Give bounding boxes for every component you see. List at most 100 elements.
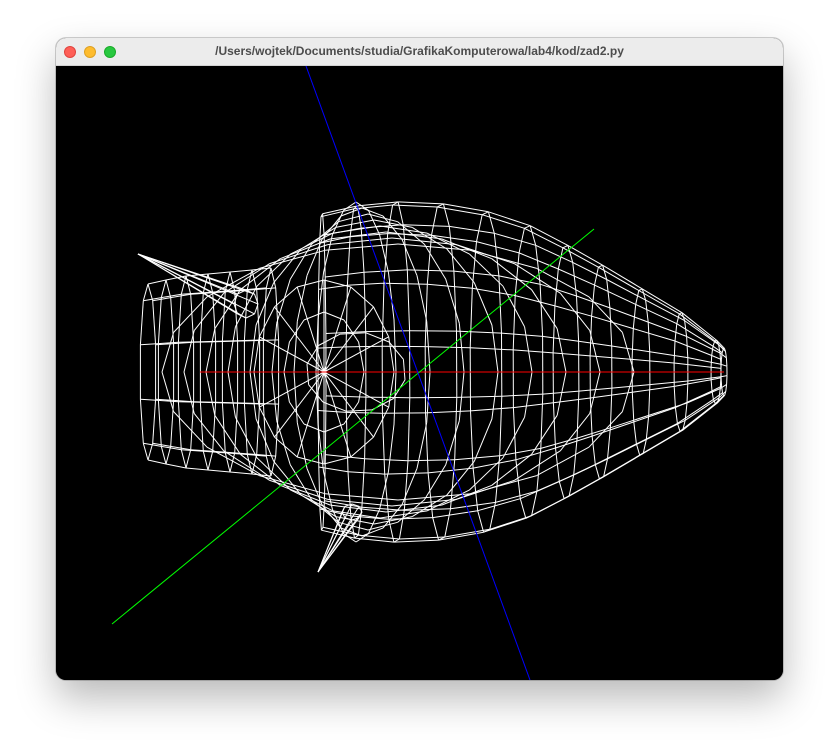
front-disc [274, 286, 298, 308]
head-ring [165, 446, 172, 465]
body-ring [512, 295, 516, 350]
body-meridian [276, 278, 291, 324]
body-edge [602, 264, 643, 290]
body-edge [607, 439, 647, 460]
body-meridian [271, 323, 278, 373]
body-meridian [423, 243, 447, 280]
body-edge [470, 407, 514, 412]
body-edge [720, 375, 728, 378]
body-edge [638, 290, 680, 315]
body-ring [710, 379, 713, 392]
body-meridian [290, 489, 334, 512]
front-disc-inner [283, 341, 290, 373]
body-edge [529, 225, 569, 246]
body-ring [631, 392, 635, 422]
body-ring [645, 300, 649, 323]
head-ring [256, 403, 261, 455]
body-ring [686, 336, 689, 358]
body-edge [363, 269, 408, 273]
body-ring [676, 423, 681, 432]
head-ring [243, 403, 248, 455]
body-ring [381, 283, 385, 347]
body-meridian [240, 453, 281, 486]
body-ring [354, 534, 359, 539]
head-ring [185, 449, 192, 469]
body-meridian [470, 475, 537, 495]
front-disc-inner [346, 409, 372, 412]
body-edge [531, 495, 570, 517]
body-ring [572, 262, 577, 297]
body-ring [539, 284, 544, 337]
body-edge [554, 305, 592, 317]
body-ring [711, 346, 714, 356]
head-edge [207, 469, 231, 473]
body-edge [501, 393, 543, 397]
body-edge [633, 407, 676, 423]
body-ring [493, 233, 500, 276]
head-ring [160, 446, 167, 465]
body-meridian [293, 321, 298, 373]
head-ring [180, 449, 187, 469]
body-ring [594, 267, 599, 286]
body-ring [648, 384, 651, 416]
body-edge [674, 340, 712, 356]
head-edge [147, 279, 167, 285]
body-ring [426, 235, 432, 285]
body-edge [489, 515, 532, 530]
upper-cone [245, 313, 255, 319]
head-ring [265, 455, 272, 477]
head-edge [147, 459, 167, 465]
front-disc [373, 406, 390, 438]
body-edge [398, 201, 444, 205]
window-title: /Users/wojtek/Documents/studia/GrafikaKo… [215, 44, 624, 58]
body-meridian [161, 371, 175, 412]
head-ring [246, 269, 253, 290]
title-bar[interactable]: /Users/wojtek/Documents/studia/GrafikaKo… [56, 38, 783, 66]
upper-cone [137, 253, 238, 295]
body-meridian [227, 326, 236, 373]
front-disc-inner [365, 332, 390, 343]
head-ring [262, 404, 267, 457]
body-meridian [556, 328, 567, 373]
body-edge [674, 362, 712, 368]
body-edge [609, 307, 649, 323]
body-edge [553, 397, 591, 404]
body-meridian [205, 371, 216, 416]
body-ring [436, 203, 444, 208]
body-ring [472, 468, 479, 511]
body-ring [598, 264, 603, 268]
body-meridian [397, 493, 471, 501]
head-ring [157, 400, 162, 447]
head-ring [199, 402, 204, 452]
head-ring [147, 283, 154, 301]
body-ring [469, 288, 473, 348]
opengl-canvas[interactable] [56, 66, 783, 680]
body-ring [476, 214, 483, 242]
body-edge [720, 363, 728, 367]
body-ring [635, 443, 641, 456]
body-meridian [588, 411, 623, 448]
body-ring [552, 402, 556, 449]
body-ring [427, 472, 434, 518]
body-ring [568, 474, 575, 497]
body-ring [364, 397, 367, 459]
head-ring [142, 443, 149, 461]
body-edge [555, 435, 593, 449]
lower-cone [317, 517, 360, 573]
body-edge [325, 271, 365, 278]
body-meridian [491, 453, 532, 486]
body-ring [676, 313, 680, 324]
front-disc [350, 436, 374, 458]
body-meridian [470, 249, 537, 269]
body-edge [364, 458, 409, 462]
body-ring [514, 252, 520, 296]
body-meridian [193, 292, 225, 331]
body-edge [388, 517, 433, 520]
head-ring [177, 294, 182, 343]
body-edge [568, 476, 604, 497]
head-ring [234, 402, 239, 453]
head-ring [256, 289, 261, 341]
body-meridian [473, 418, 493, 462]
body-edge [553, 352, 591, 357]
body-edge [513, 349, 554, 354]
